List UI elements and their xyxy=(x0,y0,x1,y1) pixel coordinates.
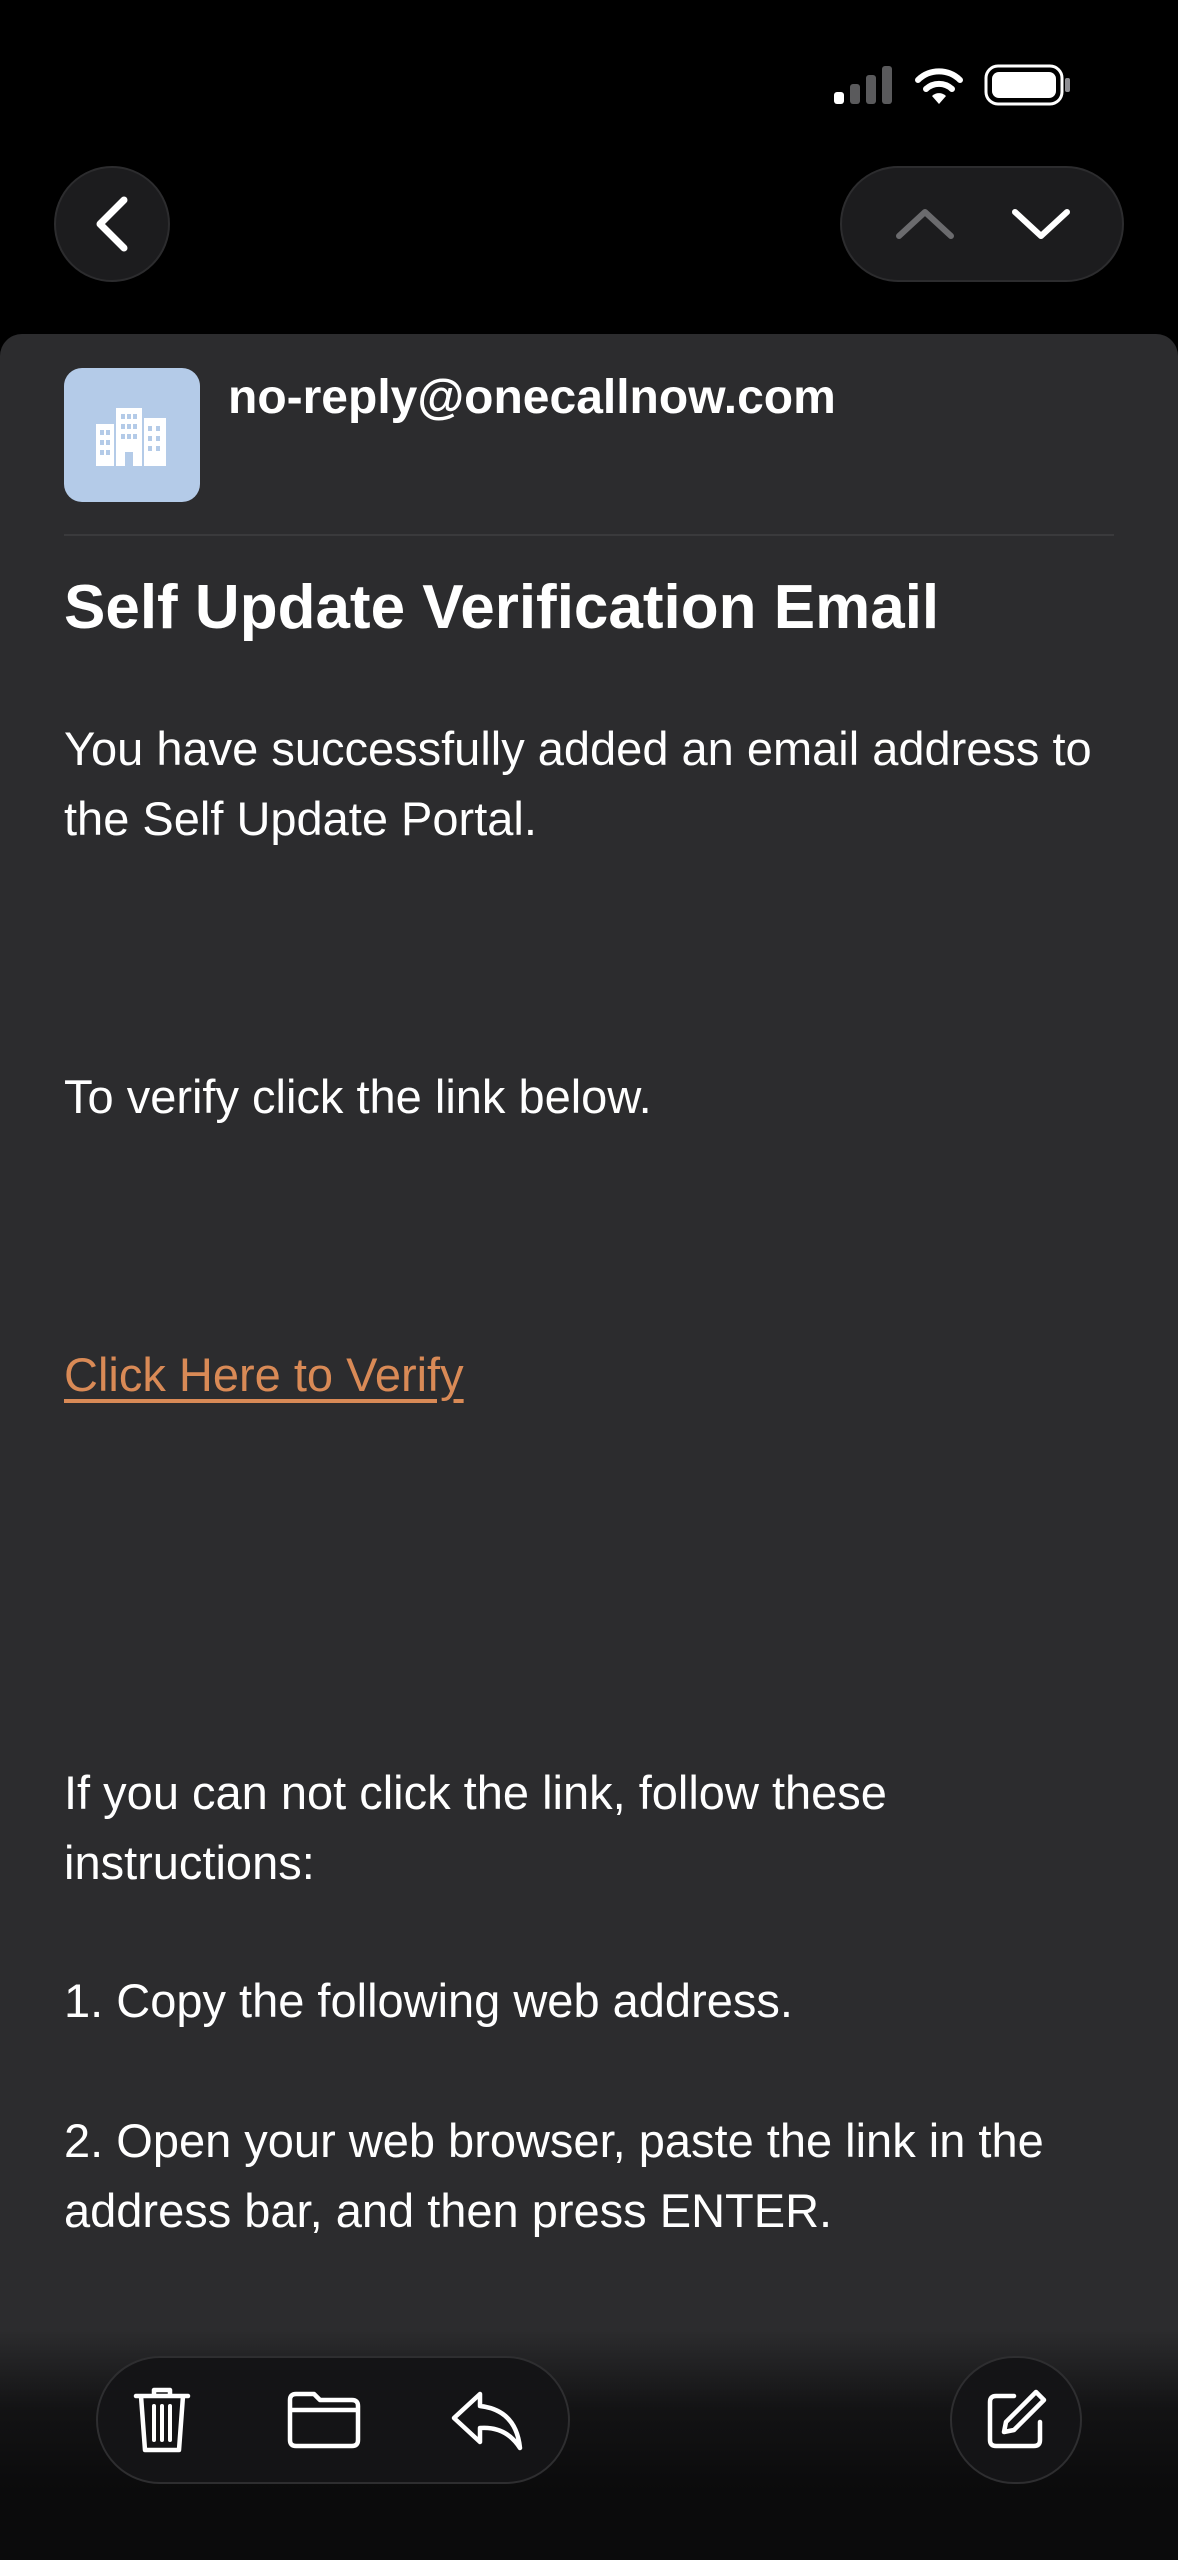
verify-link[interactable]: Click Here to Verify xyxy=(64,1340,464,1410)
mail-message-screen: no-reply@onecallnow.com Self Update Veri… xyxy=(0,0,1178,2560)
reply-button[interactable] xyxy=(428,2358,548,2482)
body-paragraph-step-2: 2. Open your web browser, paste the link… xyxy=(64,2114,1044,2237)
previous-message-button[interactable] xyxy=(870,168,980,280)
wifi-icon xyxy=(915,68,963,104)
cellular-signal-icon xyxy=(834,66,892,104)
back-chevron-icon xyxy=(96,196,128,252)
message-navigation xyxy=(840,166,1124,282)
back-button[interactable] xyxy=(54,166,170,282)
trash-icon xyxy=(133,2387,191,2453)
compose-icon xyxy=(987,2389,1047,2449)
folder-icon xyxy=(287,2391,361,2449)
email-subject: Self Update Verification Email xyxy=(64,573,940,642)
header-divider xyxy=(64,534,1114,536)
status-bar xyxy=(0,0,1178,150)
chevron-up-icon xyxy=(896,209,954,239)
chevron-down-icon xyxy=(1012,209,1070,239)
body-paragraph-verify-prompt: To verify click the link below. xyxy=(64,1070,652,1123)
delete-button[interactable] xyxy=(102,2358,222,2482)
sender-address[interactable]: no-reply@onecallnow.com xyxy=(228,370,836,425)
message-actions-toolbar xyxy=(96,2356,570,2484)
reply-icon xyxy=(451,2391,523,2451)
body-paragraph-cannot-click: If you can not click the link, follow th… xyxy=(64,1766,887,1889)
sender-avatar[interactable] xyxy=(64,368,200,502)
next-message-button[interactable] xyxy=(986,168,1096,280)
body-paragraph-added: You have successfully added an email add… xyxy=(64,722,1092,845)
battery-icon xyxy=(984,64,1070,106)
move-to-folder-button[interactable] xyxy=(264,2358,384,2482)
compose-button[interactable] xyxy=(950,2356,1082,2484)
building-icon xyxy=(96,408,166,466)
body-paragraph-step-1: 1. Copy the following web address. xyxy=(64,1974,793,2027)
